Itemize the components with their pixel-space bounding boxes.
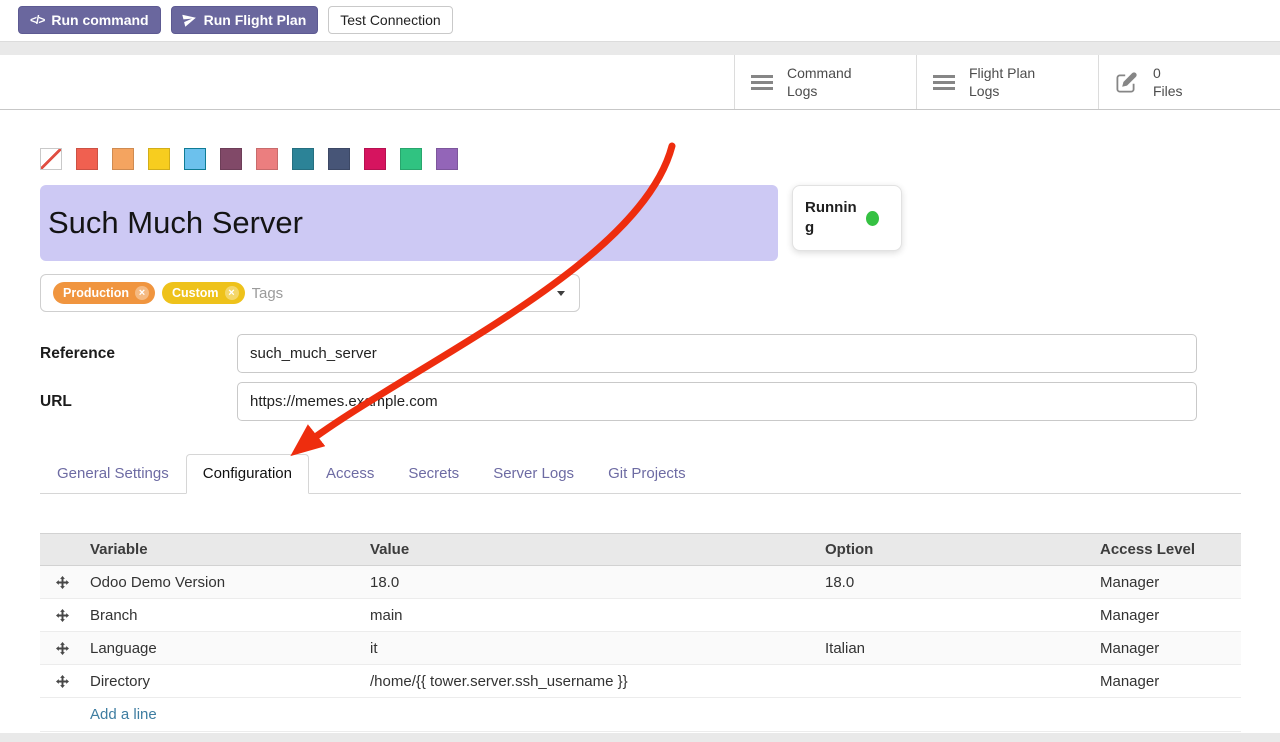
url-input[interactable] (237, 382, 1197, 421)
cell-value[interactable]: main (360, 607, 815, 624)
run-flight-plan-label: Run Flight Plan (204, 12, 307, 28)
color-swatch-selected[interactable] (184, 148, 206, 170)
drag-handle-icon[interactable] (40, 609, 80, 622)
color-swatch[interactable] (436, 148, 458, 170)
cell-value[interactable]: /home/{{ tower.server.ssh_username }} (360, 673, 815, 690)
list-icon (751, 75, 773, 90)
header-variable: Variable (80, 541, 360, 558)
status-card[interactable]: Running (792, 185, 902, 251)
reference-input[interactable] (237, 334, 1197, 373)
cell-value[interactable]: 18.0 (360, 574, 815, 591)
bottom-divider-strip (0, 733, 1280, 742)
run-flight-plan-button[interactable]: Run Flight Plan (171, 6, 319, 34)
cell-access[interactable]: Manager (1090, 640, 1241, 657)
app-window: </> Run command Run Flight Plan Test Con… (0, 0, 1280, 742)
cell-variable[interactable]: Odoo Demo Version (80, 574, 360, 591)
edit-icon (1115, 70, 1139, 94)
configuration-table: Variable Value Option Access Level Odoo … (40, 533, 1241, 732)
top-divider-strip (0, 41, 1280, 55)
add-line-row: Add a line (40, 698, 1241, 732)
table-row[interactable]: Odoo Demo Version 18.0 18.0 Manager (40, 566, 1241, 599)
table-body: Odoo Demo Version 18.0 18.0 Manager Bran… (40, 566, 1241, 698)
notebook-tabs: General Settings Configuration Access Se… (40, 454, 1241, 494)
tab-configuration[interactable]: Configuration (186, 454, 309, 494)
url-row: URL (40, 382, 1197, 421)
close-icon[interactable]: × (225, 286, 239, 300)
status-label: Running (805, 198, 857, 239)
cell-variable[interactable]: Branch (80, 607, 360, 624)
stat-label-line2: Logs (969, 82, 1035, 100)
stat-button-files[interactable]: 0 Files (1098, 55, 1280, 109)
cell-variable[interactable]: Directory (80, 673, 360, 690)
server-name-input[interactable] (40, 185, 778, 261)
reference-label: Reference (40, 345, 237, 363)
cell-value[interactable]: it (360, 640, 815, 657)
cell-option[interactable]: 18.0 (815, 574, 1090, 591)
header-access-level: Access Level (1090, 541, 1241, 558)
stat-label-line1: 0 (1153, 64, 1183, 82)
color-swatch-none[interactable] (40, 148, 62, 170)
cell-access[interactable]: Manager (1090, 673, 1241, 690)
color-palette (40, 148, 1241, 170)
color-swatch[interactable] (256, 148, 278, 170)
header-option: Option (815, 541, 1090, 558)
tags-field[interactable]: Production × Custom × (40, 274, 580, 312)
tags-input[interactable] (252, 285, 568, 302)
cell-access[interactable]: Manager (1090, 574, 1241, 591)
drag-handle-icon[interactable] (40, 675, 80, 688)
test-connection-button[interactable]: Test Connection (328, 6, 452, 34)
chevron-down-icon[interactable] (557, 291, 565, 296)
tab-secrets[interactable]: Secrets (391, 454, 476, 494)
table-row[interactable]: Directory /home/{{ tower.server.ssh_user… (40, 665, 1241, 698)
stat-label-line1: Command (787, 64, 852, 82)
tab-general-settings[interactable]: General Settings (40, 454, 186, 494)
action-toolbar: </> Run command Run Flight Plan Test Con… (0, 0, 1280, 41)
add-line-link[interactable]: Add a line (90, 706, 157, 723)
cell-variable[interactable]: Language (80, 640, 360, 657)
code-icon: </> (30, 13, 44, 27)
stat-label-line1: Flight Plan (969, 64, 1035, 82)
stat-label-line2: Logs (787, 82, 852, 100)
color-swatch[interactable] (76, 148, 98, 170)
table-row[interactable]: Branch main Manager (40, 599, 1241, 632)
cell-access[interactable]: Manager (1090, 607, 1241, 624)
drag-handle-icon[interactable] (40, 576, 80, 589)
tag-production[interactable]: Production × (53, 282, 155, 304)
header-value: Value (360, 541, 815, 558)
tag-label: Custom (172, 286, 219, 300)
color-swatch[interactable] (364, 148, 386, 170)
stat-label-line2: Files (1153, 82, 1183, 100)
tag-custom[interactable]: Custom × (162, 282, 245, 304)
close-icon[interactable]: × (135, 286, 149, 300)
color-swatch[interactable] (328, 148, 350, 170)
tab-git-projects[interactable]: Git Projects (591, 454, 703, 494)
reference-row: Reference (40, 334, 1197, 373)
test-connection-label: Test Connection (340, 12, 440, 28)
color-swatch[interactable] (148, 148, 170, 170)
drag-handle-icon[interactable] (40, 642, 80, 655)
title-row: Running (40, 185, 1241, 261)
stat-button-command-logs[interactable]: Command Logs (734, 55, 916, 109)
paper-plane-icon (181, 12, 198, 29)
form-sheet: Running Production × Custom × Reference … (0, 148, 1280, 732)
cell-option[interactable]: Italian (815, 640, 1090, 657)
url-label: URL (40, 393, 237, 411)
color-swatch[interactable] (112, 148, 134, 170)
run-command-button[interactable]: </> Run command (18, 6, 161, 34)
table-row[interactable]: Language it Italian Manager (40, 632, 1241, 665)
stat-button-flight-plan-logs[interactable]: Flight Plan Logs (916, 55, 1098, 109)
status-dot-icon (866, 211, 879, 226)
color-swatch[interactable] (400, 148, 422, 170)
run-command-label: Run command (51, 12, 148, 28)
color-swatch[interactable] (220, 148, 242, 170)
header-bar: Command Logs Flight Plan Logs 0 Files (0, 55, 1280, 110)
list-icon (933, 75, 955, 90)
tab-access[interactable]: Access (309, 454, 391, 494)
table-header-row: Variable Value Option Access Level (40, 533, 1241, 566)
color-swatch[interactable] (292, 148, 314, 170)
tab-server-logs[interactable]: Server Logs (476, 454, 591, 494)
tag-label: Production (63, 286, 129, 300)
